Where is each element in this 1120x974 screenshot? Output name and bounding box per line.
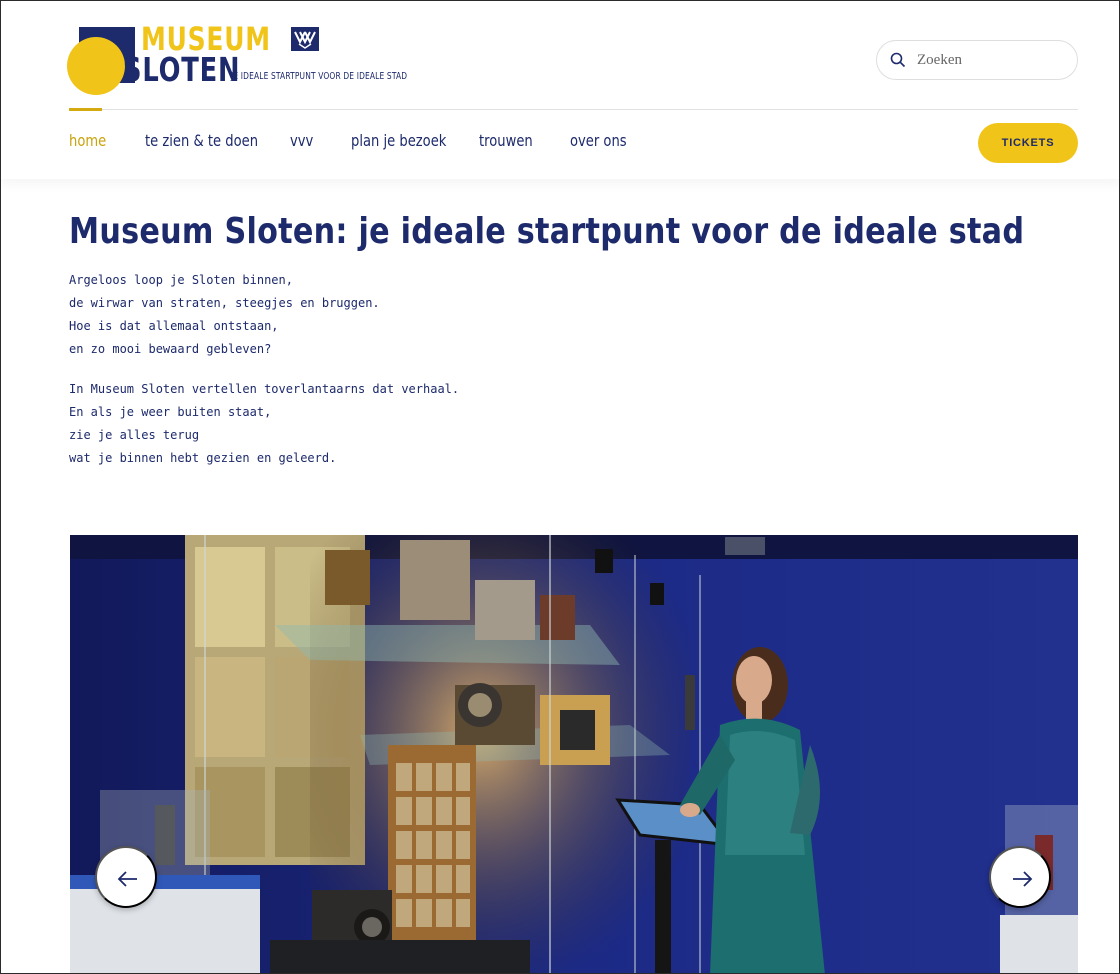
browser-page: MUSEUM SLOTEN JE IDEALE STARTPUNT VOOR D… xyxy=(0,0,1120,974)
header-divider xyxy=(69,109,1078,110)
search-icon xyxy=(890,52,906,68)
tickets-button[interactable]: TICKETS xyxy=(978,123,1078,163)
nav-item-over-ons[interactable]: over ons xyxy=(570,131,627,150)
arrow-right-icon xyxy=(1013,871,1033,887)
vvv-badge-icon xyxy=(291,27,319,51)
search-box[interactable] xyxy=(876,40,1078,80)
site-header: MUSEUM SLOTEN JE IDEALE STARTPUNT VOOR D… xyxy=(1,1,1119,179)
intro-poem-stanza-1: Argeloos loop je Sloten binnen, de wirwa… xyxy=(69,273,380,356)
arrow-left-icon xyxy=(117,871,137,887)
page-title: Museum Sloten: je ideale startpunt voor … xyxy=(69,211,1025,252)
logo-yellow-circle xyxy=(67,37,125,95)
nav-item-trouwen[interactable]: trouwen xyxy=(479,131,533,150)
museum-interior-photo xyxy=(70,535,1078,973)
nav-item-home[interactable]: home xyxy=(69,131,106,150)
intro-poem-stanza-2: In Museum Sloten vertellen toverlantaarn… xyxy=(69,382,460,465)
nav-item-te-zien-te-doen[interactable]: te zien & te doen xyxy=(145,131,258,150)
search-input[interactable] xyxy=(917,49,1067,71)
museum-sloten-logo[interactable]: MUSEUM SLOTEN JE IDEALE STARTPUNT VOOR D… xyxy=(67,23,467,95)
slider-prev-button[interactable] xyxy=(95,846,157,908)
nav-item-vvv[interactable]: vvv xyxy=(290,131,313,150)
hero-image-slider xyxy=(70,535,1078,973)
nav-item-plan-je-bezoek[interactable]: plan je bezoek xyxy=(351,131,446,150)
logo-tagline: JE IDEALE STARTPUNT VOOR DE IDEALE STAD xyxy=(231,71,408,82)
slider-next-button[interactable] xyxy=(989,846,1051,908)
active-nav-indicator xyxy=(69,108,102,111)
logo-word-sloten: SLOTEN xyxy=(123,50,241,89)
